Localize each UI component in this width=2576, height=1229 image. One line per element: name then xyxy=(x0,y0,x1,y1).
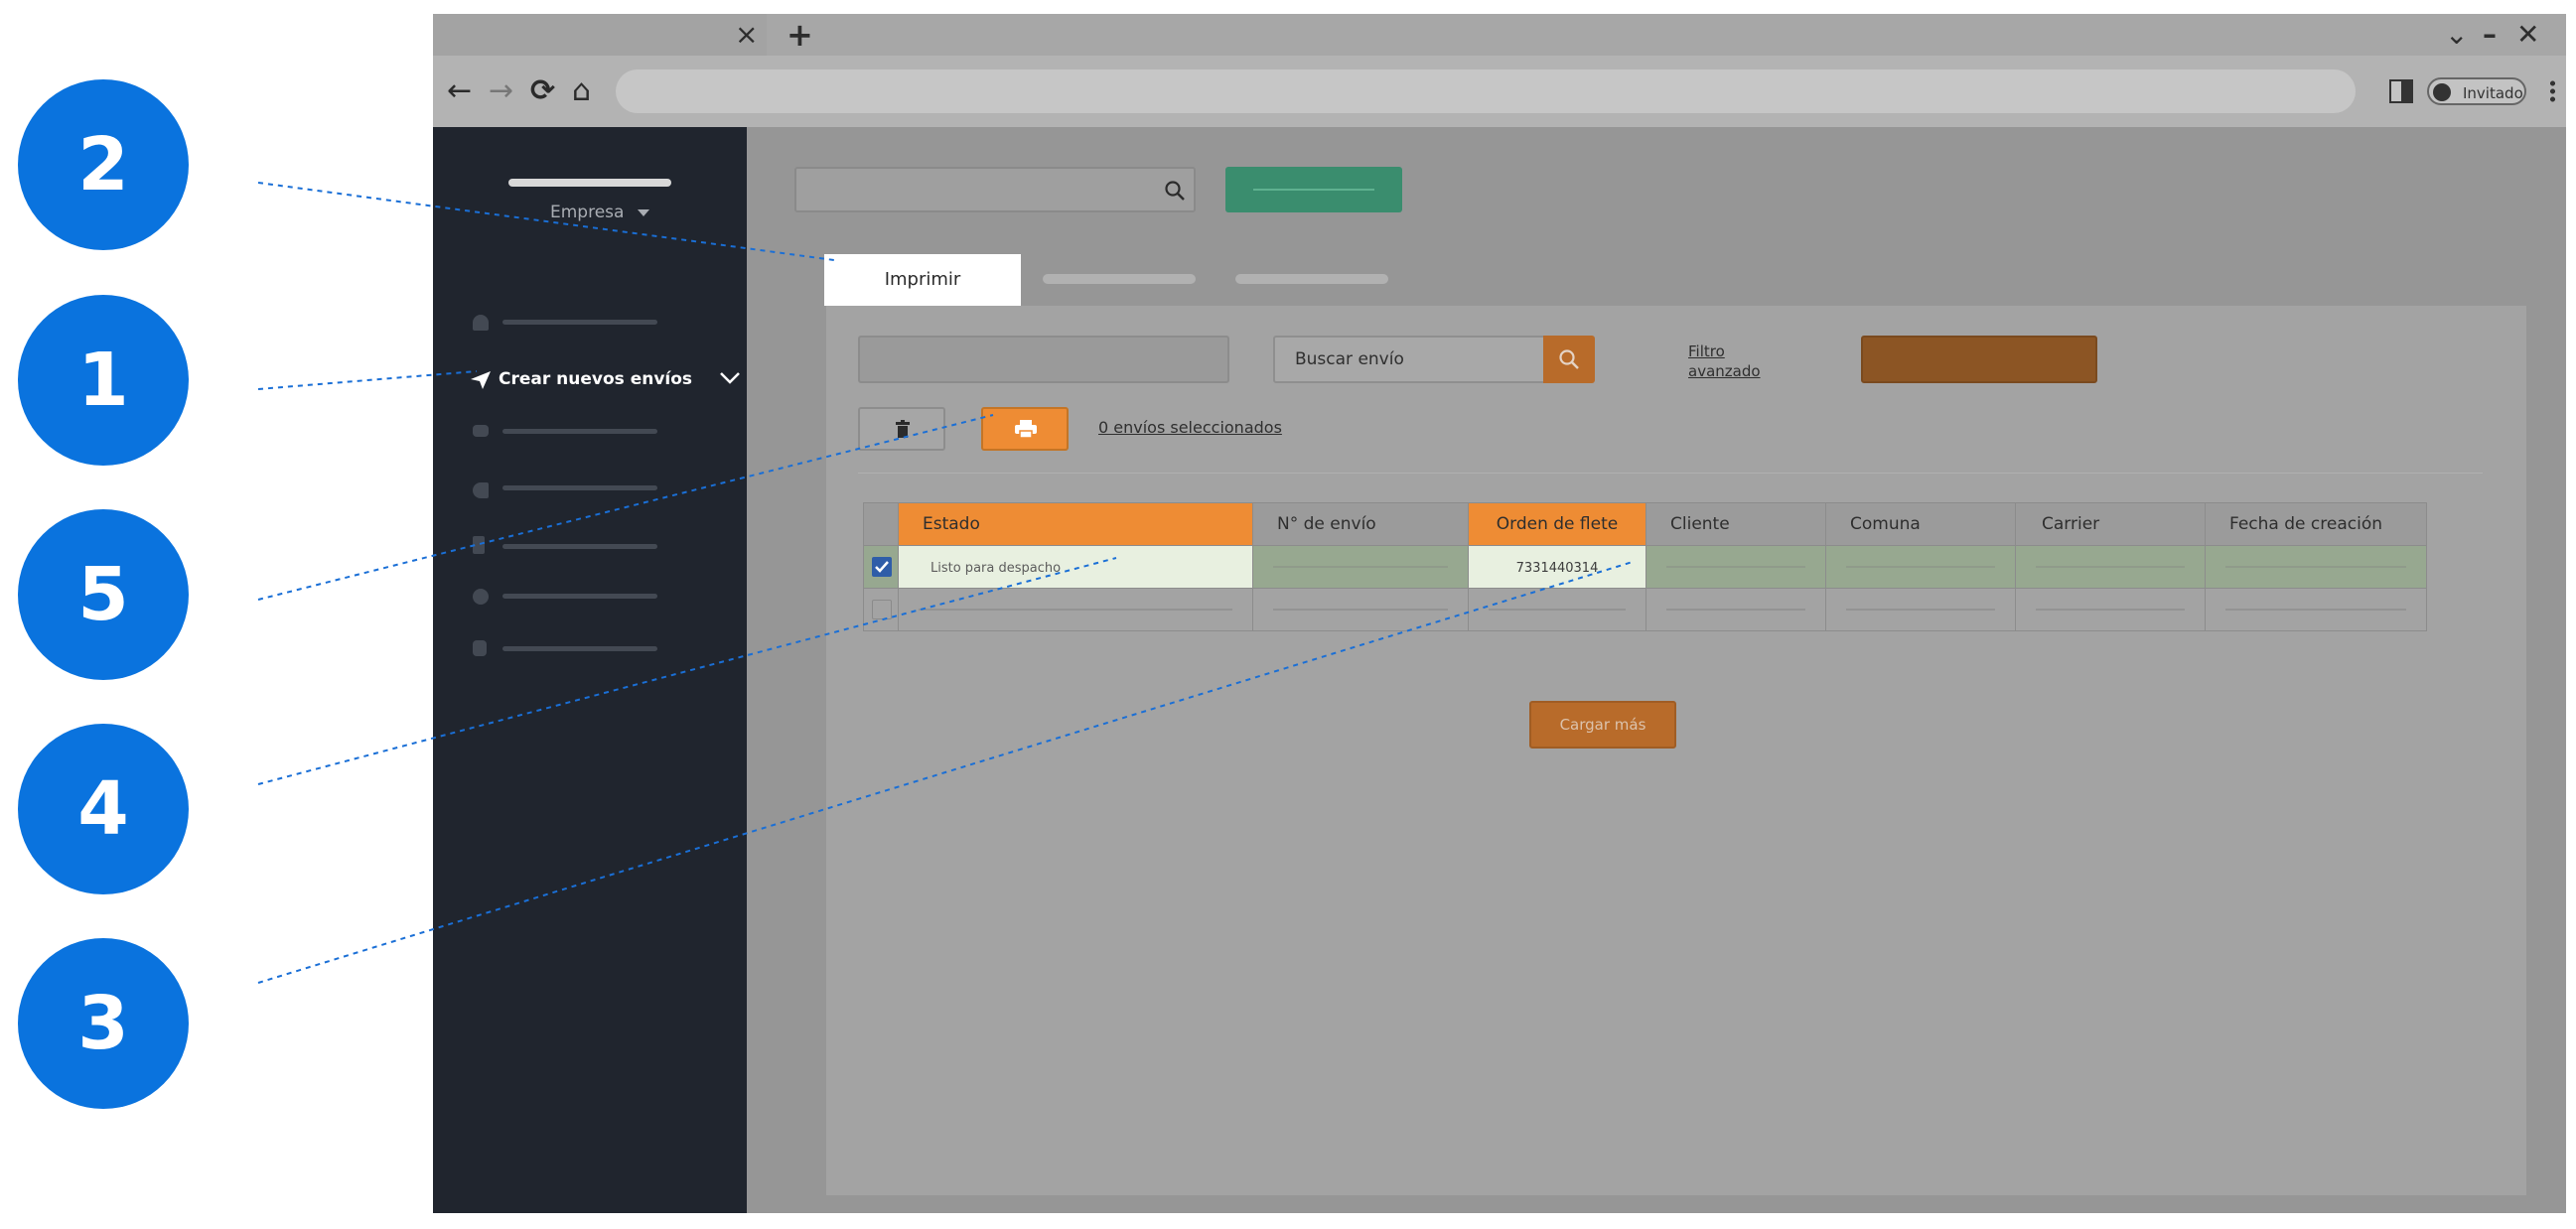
table-header-row: Estado N° de envío Orden de flete Client… xyxy=(863,502,2427,546)
reload-icon[interactable]: ⟳ xyxy=(530,56,555,127)
search-button[interactable] xyxy=(1543,336,1595,383)
send-icon xyxy=(471,371,491,389)
profile-avatar-icon xyxy=(2433,83,2451,101)
tab-placeholder[interactable] xyxy=(1043,274,1196,284)
printer-icon xyxy=(1015,420,1037,438)
column-header-carrier[interactable]: Carrier xyxy=(2015,502,2206,546)
select-all-header xyxy=(863,502,899,546)
document-icon[interactable] xyxy=(473,536,485,554)
load-more-button[interactable]: Cargar más xyxy=(1529,701,1676,749)
column-header-fecha-creacion[interactable]: Fecha de creación xyxy=(2205,502,2427,546)
row-checkbox[interactable] xyxy=(872,600,892,619)
top-search-input[interactable] xyxy=(794,167,1196,212)
app-sidebar: Empresa Crear nuevos envíos xyxy=(433,127,747,1213)
profile-button[interactable]: Invitado xyxy=(2427,77,2526,105)
filter-select[interactable] xyxy=(858,336,1229,383)
divider xyxy=(858,473,2483,474)
action-orange-button[interactable] xyxy=(1861,336,2097,383)
column-header-orden-flete[interactable]: Orden de flete xyxy=(1468,502,1646,546)
tab-placeholder[interactable] xyxy=(1235,274,1388,284)
cell-cliente xyxy=(1646,588,1826,631)
callout-1: 1 xyxy=(18,295,189,466)
table-row[interactable]: Listo para despacho 7331440314 xyxy=(863,545,2427,589)
close-window-icon[interactable]: ✕ xyxy=(2516,14,2539,56)
cell-estado: Listo para despacho xyxy=(898,545,1253,589)
shipments-table: Estado N° de envío Orden de flete Client… xyxy=(863,502,2427,631)
cell-carrier xyxy=(2015,588,2206,631)
address-bar[interactable] xyxy=(616,69,2356,113)
browser-tab[interactable]: × xyxy=(433,14,767,56)
dashboard-icon[interactable] xyxy=(473,315,489,331)
list-icon[interactable] xyxy=(473,425,489,437)
forward-icon[interactable]: → xyxy=(489,56,513,127)
profile-label: Invitado xyxy=(2463,84,2523,102)
search-placeholder: Buscar envío xyxy=(1295,349,1404,369)
cell-comuna xyxy=(1825,545,2016,589)
home-icon[interactable]: ⌂ xyxy=(572,56,591,127)
column-header-comuna[interactable]: Comuna xyxy=(1825,502,2016,546)
trash-icon xyxy=(896,420,910,438)
cell-fecha xyxy=(2205,588,2427,631)
minimize-menu-icon[interactable]: ⌄ xyxy=(2445,14,2468,56)
sidebar-item-placeholder[interactable] xyxy=(502,485,657,490)
sidebar-item-crear-envios[interactable]: Crear nuevos envíos xyxy=(471,363,741,397)
main-content: Imprimir Buscar envío Filtro avanzado 0 … xyxy=(747,127,2566,1213)
caret-down-icon xyxy=(637,208,649,216)
print-button[interactable] xyxy=(981,407,1069,451)
browser-toolbar: ← → ⟳ ⌂ Invitado xyxy=(433,56,2566,127)
cell-estado xyxy=(898,588,1253,631)
logo-placeholder xyxy=(508,179,671,187)
callout-2: 2 xyxy=(18,79,189,250)
tab-bar: × + ⌄ – ✕ xyxy=(433,14,2566,56)
sidebar-item-placeholder[interactable] xyxy=(502,646,657,651)
column-header-estado[interactable]: Estado xyxy=(898,502,1253,546)
close-tab-icon[interactable]: × xyxy=(735,14,758,56)
check-icon xyxy=(875,561,889,573)
company-selector[interactable]: Empresa xyxy=(550,203,649,222)
cell-numero-envio xyxy=(1252,588,1469,631)
sidebar-item-placeholder[interactable] xyxy=(502,544,657,549)
back-icon[interactable]: ← xyxy=(447,56,472,127)
selected-count-link[interactable]: 0 envíos seleccionados xyxy=(1098,418,1282,437)
cell-fecha xyxy=(2205,545,2427,589)
return-icon[interactable] xyxy=(473,482,489,498)
column-header-cliente[interactable]: Cliente xyxy=(1646,502,1826,546)
cell-comuna xyxy=(1825,588,2016,631)
column-header-numero-envio[interactable]: N° de envío xyxy=(1252,502,1469,546)
sidebar-item-placeholder[interactable] xyxy=(502,429,657,434)
minimize-icon[interactable]: – xyxy=(2483,14,2497,56)
cell-orden-flete: 7331440314 xyxy=(1468,545,1646,589)
add-circle-icon[interactable] xyxy=(473,589,489,605)
chart-icon[interactable] xyxy=(473,640,487,656)
callout-5: 5 xyxy=(18,509,189,680)
cell-orden-flete xyxy=(1468,588,1646,631)
row-checkbox-cell xyxy=(863,588,899,631)
sidebar-item-placeholder[interactable] xyxy=(502,320,657,325)
search-icon[interactable] xyxy=(1164,180,1186,202)
row-checkbox-cell xyxy=(863,545,899,589)
browser-window: × + ⌄ – ✕ ← → ⟳ ⌂ Invitado Empresa Crear… xyxy=(433,14,2566,1213)
table-row[interactable] xyxy=(863,588,2427,631)
cell-carrier xyxy=(2015,545,2206,589)
company-label: Empresa xyxy=(550,203,625,222)
cell-numero-envio xyxy=(1252,545,1469,589)
kebab-menu-icon[interactable] xyxy=(2550,79,2555,103)
cell-cliente xyxy=(1646,545,1826,589)
new-tab-icon[interactable]: + xyxy=(787,14,813,56)
sidebar-toggle-icon[interactable] xyxy=(2389,79,2413,103)
callout-3: 3 xyxy=(18,938,189,1109)
sidebar-item-label: Crear nuevos envíos xyxy=(499,369,693,389)
callout-4: 4 xyxy=(18,724,189,894)
chevron-down-icon[interactable] xyxy=(719,371,741,385)
tab-imprimir[interactable]: Imprimir xyxy=(824,254,1021,306)
sidebar-item-placeholder[interactable] xyxy=(502,594,657,599)
search-icon xyxy=(1559,349,1579,369)
primary-green-button[interactable] xyxy=(1225,167,1402,212)
delete-button[interactable] xyxy=(858,407,945,451)
tab-panel: Buscar envío Filtro avanzado 0 envíos se… xyxy=(826,306,2526,1195)
button-label-placeholder xyxy=(1253,189,1374,191)
row-checkbox[interactable] xyxy=(872,557,892,577)
advanced-filter-link[interactable]: Filtro avanzado xyxy=(1688,341,1772,381)
